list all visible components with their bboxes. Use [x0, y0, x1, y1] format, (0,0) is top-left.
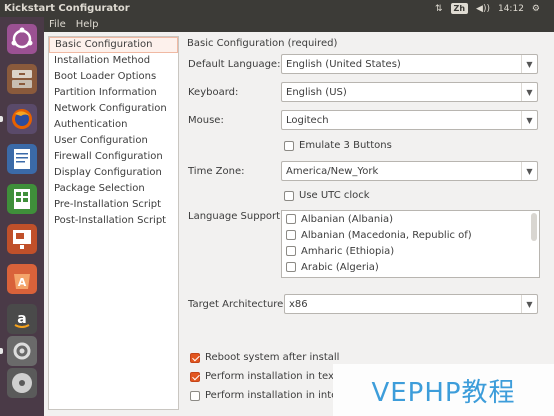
emulate-3-buttons-checkbox[interactable]: Emulate 3 Buttons [284, 140, 392, 151]
calc-icon[interactable] [4, 181, 40, 217]
impress-icon[interactable] [4, 221, 40, 257]
text-mode-checkbox[interactable]: Perform installation in text [190, 371, 338, 382]
default-language-value: English (United States) [286, 58, 401, 70]
checkbox-box[interactable] [190, 390, 200, 401]
clock[interactable]: 14:12 [498, 4, 524, 14]
menu-help[interactable]: Help [71, 17, 104, 32]
nav-item[interactable]: Package Selection [49, 181, 178, 197]
dvd-icon[interactable] [4, 365, 40, 401]
menubar: File Help [44, 17, 554, 32]
checkbox-box[interactable] [190, 352, 200, 363]
language-name: Amharic (Ethiopia) [301, 245, 395, 257]
default-language-combo[interactable]: English (United States) ▼ [281, 54, 538, 74]
mouse-value: Logitech [286, 114, 329, 126]
list-item[interactable]: Albanian (Albania) [282, 211, 539, 227]
timezone-label: Time Zone: [188, 166, 245, 177]
language-name: Albanian (Albania) [301, 213, 393, 225]
nav-item[interactable]: Basic Configuration [49, 37, 178, 53]
nav-item[interactable]: Network Configuration [49, 101, 178, 117]
language-support-label: Language Support: [188, 211, 284, 222]
checkbox-box[interactable] [286, 230, 296, 240]
indicator-area: ⇅ Zh ◀)) 14:12 ⚙ [435, 3, 554, 14]
language-name: Arabic (Algeria) [301, 261, 379, 273]
checkbox-box[interactable] [286, 214, 296, 224]
list-item[interactable]: Arabic (Algeria) [282, 259, 539, 275]
keyboard-combo[interactable]: English (US) ▼ [281, 82, 538, 102]
section-title: Basic Configuration (required) [187, 38, 338, 49]
firefox-icon[interactable] [4, 101, 40, 137]
nav-item[interactable]: Partition Information [49, 85, 178, 101]
menu-file[interactable]: File [44, 17, 71, 32]
interactive-mode-checkbox[interactable]: Perform installation in inte [190, 390, 337, 401]
interactive-mode-label: Perform installation in inte [205, 390, 338, 401]
watermark-text: VEPHP教程 [371, 377, 516, 408]
running-indicator [0, 348, 3, 354]
nav-item[interactable]: Firewall Configuration [49, 149, 178, 165]
keyboard-value: English (US) [286, 86, 347, 98]
top-panel: Kickstart Configurator ⇅ Zh ◀)) 14:12 ⚙ [0, 0, 554, 17]
chevron-down-icon: ▼ [521, 162, 537, 180]
window-content: Basic Configuration Installation Method Bo… [44, 32, 554, 416]
mouse-label: Mouse: [188, 115, 224, 126]
nav-item[interactable]: Display Configuration [49, 165, 178, 181]
text-mode-label: Perform installation in text [205, 371, 338, 382]
checkbox-box[interactable] [286, 262, 296, 272]
nav-item[interactable]: Pre-Installation Script [49, 197, 178, 213]
nav-item[interactable]: Authentication [49, 117, 178, 133]
target-architecture-value: x86 [289, 298, 308, 310]
watermark: VEPHP教程 [333, 364, 554, 416]
chevron-down-icon: ▼ [521, 83, 537, 101]
nav-item[interactable]: User Configuration [49, 133, 178, 149]
svg-text:A: A [18, 276, 27, 289]
system-settings-icon[interactable] [4, 333, 40, 369]
checkbox-box[interactable] [284, 140, 294, 151]
settings-gear-icon[interactable]: ⚙ [532, 4, 540, 14]
nav-item[interactable]: Post-Installation Script [49, 213, 178, 229]
chevron-down-icon: ▼ [521, 295, 537, 313]
svg-text:a: a [17, 311, 26, 327]
timezone-value: America/New_York [286, 165, 379, 177]
mouse-combo[interactable]: Logitech ▼ [281, 110, 538, 130]
keyboard-layout-indicator[interactable]: Zh [450, 3, 469, 14]
emulate-3-buttons-label: Emulate 3 Buttons [299, 140, 392, 151]
target-architecture-combo[interactable]: x86 ▼ [284, 294, 538, 314]
launcher: A a [0, 17, 44, 416]
chevron-down-icon: ▼ [521, 111, 537, 129]
keyboard-label: Keyboard: [188, 87, 239, 98]
timezone-combo[interactable]: America/New_York ▼ [281, 161, 538, 181]
file-manager-icon[interactable] [4, 61, 40, 97]
chevron-down-icon: ▼ [521, 55, 537, 73]
language-name: Albanian (Macedonia, Republic of) [301, 229, 472, 241]
volume-icon[interactable]: ◀)) [476, 4, 490, 14]
utc-clock-label: Use UTC clock [299, 190, 370, 201]
reboot-checkbox[interactable]: Reboot system after install [190, 352, 339, 363]
window-title: Kickstart Configurator [4, 3, 130, 14]
network-icon[interactable]: ⇅ [435, 4, 443, 14]
running-indicator [0, 116, 3, 122]
writer-icon[interactable] [4, 141, 40, 177]
ubuntu-logo-icon[interactable] [4, 21, 40, 57]
checkbox-box[interactable] [284, 190, 294, 201]
nav-item[interactable]: Boot Loader Options [49, 69, 178, 85]
target-architecture-label: Target Architecture: [188, 299, 287, 310]
section-list: Basic Configuration Installation Method Bo… [48, 36, 179, 410]
scrollbar[interactable] [531, 213, 537, 241]
utc-clock-checkbox[interactable]: Use UTC clock [284, 190, 370, 201]
checkbox-box[interactable] [286, 246, 296, 256]
default-language-label: Default Language: [188, 59, 281, 70]
checkbox-box[interactable] [190, 371, 200, 382]
amazon-icon[interactable]: a [4, 301, 40, 337]
nav-item[interactable]: Installation Method [49, 53, 178, 69]
software-center-icon[interactable]: A [4, 261, 40, 297]
list-item[interactable]: Amharic (Ethiopia) [282, 243, 539, 259]
reboot-label: Reboot system after install [205, 352, 340, 363]
list-item[interactable]: Albanian (Macedonia, Republic of) [282, 227, 539, 243]
language-support-list[interactable]: Albanian (Albania) Albanian (Macedonia, … [281, 210, 540, 278]
